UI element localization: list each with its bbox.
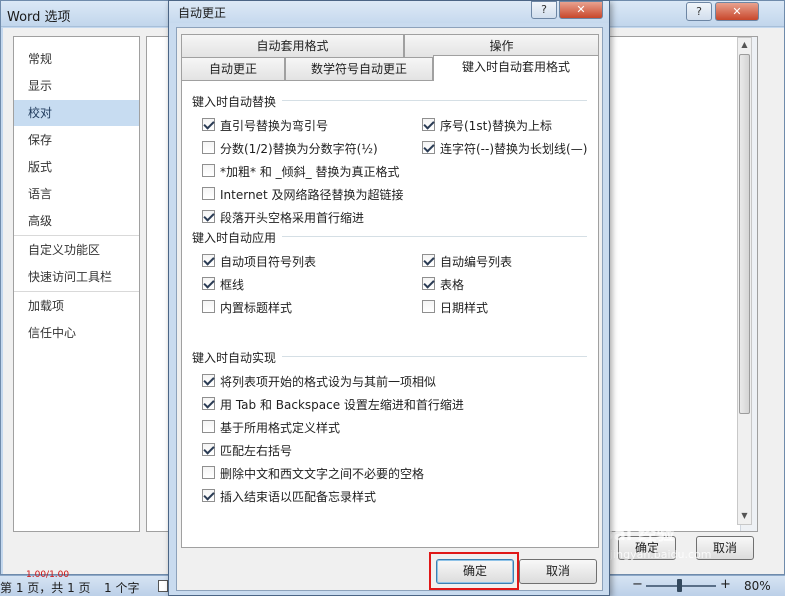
- group-label-apply: 键入时自动应用: [192, 229, 283, 246]
- status-word-count[interactable]: 1 个字: [104, 579, 139, 596]
- checkbox[interactable]: [422, 118, 435, 131]
- language-icon[interactable]: [158, 580, 168, 592]
- option-label: 内置标题样式: [220, 301, 293, 315]
- zoom-in-icon[interactable]: +: [720, 577, 731, 592]
- option-label: 插入结束语以匹配备忘录样式: [220, 490, 377, 504]
- option-label: 连字符(--)替换为长划线(—): [440, 142, 588, 156]
- tab-autocorrect[interactable]: 自动更正: [181, 57, 285, 81]
- option-label: 序号(1st)替换为上标: [440, 119, 552, 133]
- options-nav: 常规 显示 校对 保存 版式 语言 高级 自定义功能区 快速访问工具栏 加载项 …: [13, 36, 140, 532]
- checkbox[interactable]: [202, 397, 215, 410]
- group-label-replace: 键入时自动替换: [192, 93, 283, 110]
- option-label: 将列表项开始的格式设为与其前一项相似: [220, 375, 437, 389]
- checkbox[interactable]: [422, 141, 435, 154]
- option-label: 匹配左右括号: [220, 444, 293, 458]
- checkbox[interactable]: [202, 443, 215, 456]
- status-page-count[interactable]: 第 1 页，共 1 页: [0, 579, 91, 596]
- checkbox[interactable]: [202, 118, 215, 131]
- nav-item-addins[interactable]: 加载项: [14, 293, 139, 319]
- cancel-button[interactable]: 取消: [519, 559, 597, 584]
- zoom-out-icon[interactable]: −: [632, 577, 643, 592]
- checkbox[interactable]: [202, 187, 215, 200]
- option-label: 段落开头空格采用首行缩进: [220, 211, 365, 225]
- word-options-title: Word 选项: [7, 10, 71, 25]
- scroll-down-icon[interactable]: ▼: [739, 510, 750, 522]
- help-icon[interactable]: ?: [531, 1, 557, 19]
- checkbox[interactable]: [422, 277, 435, 290]
- help-icon[interactable]: ?: [686, 2, 712, 21]
- checkbox[interactable]: [202, 277, 215, 290]
- zoom-level[interactable]: 80%: [744, 579, 771, 593]
- autocorrect-dialog: 自动更正 ? ✕ 自动套用格式 操作 自动更正 数学符号自动更正 键入时自动套用…: [168, 0, 610, 596]
- nav-item-trust-center[interactable]: 信任中心: [14, 320, 139, 346]
- option-label: Internet 及网络路径替换为超链接: [220, 188, 404, 202]
- checkbox[interactable]: [202, 141, 215, 154]
- nav-item-proofing[interactable]: 校对: [14, 100, 139, 126]
- autoformat-as-you-type-panel: 键入时自动替换 直引号替换为弯引号 分数(1/2)替换为分数字符(½) *加粗*…: [181, 80, 599, 548]
- nav-item-customize-ribbon[interactable]: 自定义功能区: [14, 237, 139, 263]
- highlight-box-ok-button: [429, 552, 519, 590]
- nav-item-save[interactable]: 保存: [14, 127, 139, 153]
- nav-item-advanced[interactable]: 高级: [14, 208, 139, 234]
- nav-item-layout[interactable]: 版式: [14, 154, 139, 180]
- nav-divider: [14, 235, 139, 236]
- checkbox[interactable]: [202, 210, 215, 223]
- scrollbar-thumb[interactable]: [739, 54, 750, 414]
- option-label: 删除中文和西文文字之间不必要的空格: [220, 467, 425, 481]
- dialog-title: 自动更正: [178, 6, 227, 20]
- dialog-body: 自动套用格式 操作 自动更正 数学符号自动更正 键入时自动套用格式 键入时自动替…: [176, 27, 603, 591]
- nav-item-display[interactable]: 显示: [14, 73, 139, 99]
- zoom-slider-thumb[interactable]: [677, 579, 682, 592]
- checkbox[interactable]: [202, 164, 215, 177]
- option-label: 直引号替换为弯引号: [220, 119, 329, 133]
- watermark-url: jingyan.baidu.com: [610, 548, 712, 561]
- checkbox[interactable]: [202, 254, 215, 267]
- option-label: 自动项目符号列表: [220, 255, 317, 269]
- checkbox[interactable]: [422, 254, 435, 267]
- option-label: 日期样式: [440, 301, 489, 315]
- watermark-logo: Bai 经验: [600, 524, 675, 545]
- checkbox[interactable]: [202, 466, 215, 479]
- scroll-up-icon[interactable]: ▲: [739, 39, 750, 51]
- group-label-implement: 键入时自动实现: [192, 349, 283, 366]
- nav-divider: [14, 291, 139, 292]
- close-icon[interactable]: ✕: [559, 1, 603, 19]
- outer-scrollbar[interactable]: ▲ ▼: [737, 37, 752, 525]
- checkbox[interactable]: [422, 300, 435, 313]
- tab-math-autocorrect[interactable]: 数学符号自动更正: [285, 57, 433, 81]
- checkbox[interactable]: [202, 300, 215, 313]
- close-icon[interactable]: ✕: [715, 2, 759, 21]
- option-label: 自动编号列表: [440, 255, 513, 269]
- nav-item-quick-access[interactable]: 快速访问工具栏: [14, 264, 139, 290]
- option-label: *加粗* 和 _倾斜_ 替换为真正格式: [220, 165, 400, 179]
- checkbox[interactable]: [202, 489, 215, 502]
- option-label: 用 Tab 和 Backspace 设置左缩进和首行缩进: [220, 398, 464, 412]
- checkbox[interactable]: [202, 374, 215, 387]
- autocorrect-titlebar: 自动更正 ? ✕: [169, 1, 609, 23]
- tab-autoformat[interactable]: 自动套用格式: [181, 34, 404, 58]
- option-label: 表格: [440, 278, 465, 292]
- nav-item-language[interactable]: 语言: [14, 181, 139, 207]
- option-label: 分数(1/2)替换为分数字符(½): [220, 142, 378, 156]
- checkbox[interactable]: [202, 420, 215, 433]
- option-label: 框线: [220, 278, 245, 292]
- nav-item-general[interactable]: 常规: [14, 46, 139, 72]
- tab-autoformat-as-you-type[interactable]: 键入时自动套用格式: [433, 55, 599, 81]
- option-label: 基于所用格式定义样式: [220, 421, 341, 435]
